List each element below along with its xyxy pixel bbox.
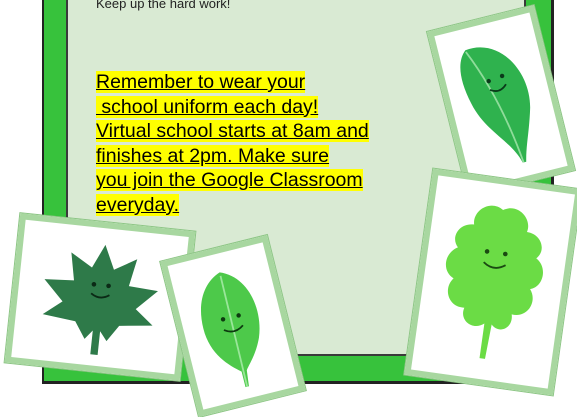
reminder-line: Virtual school starts at 8am and — [96, 120, 369, 143]
reminder-line: school uniform each day! — [96, 95, 319, 118]
reminder-line: Remember to wear your — [96, 71, 306, 93]
encouragement-text: Keep up the hard work! — [96, 0, 231, 11]
oak-leaf-icon — [446, 205, 543, 359]
reminder-note: Remember to wear your school uniform eac… — [96, 70, 466, 218]
oak-leaf-card — [404, 168, 577, 396]
reminder-line: you join the Google Classroom — [96, 169, 363, 192]
maple-leaf-icon — [42, 244, 158, 356]
reminder-line: finishes at 2pm. Make sure — [96, 144, 330, 167]
reminder-line: everyday. — [96, 193, 180, 216]
maple-leaf-card — [4, 213, 196, 381]
